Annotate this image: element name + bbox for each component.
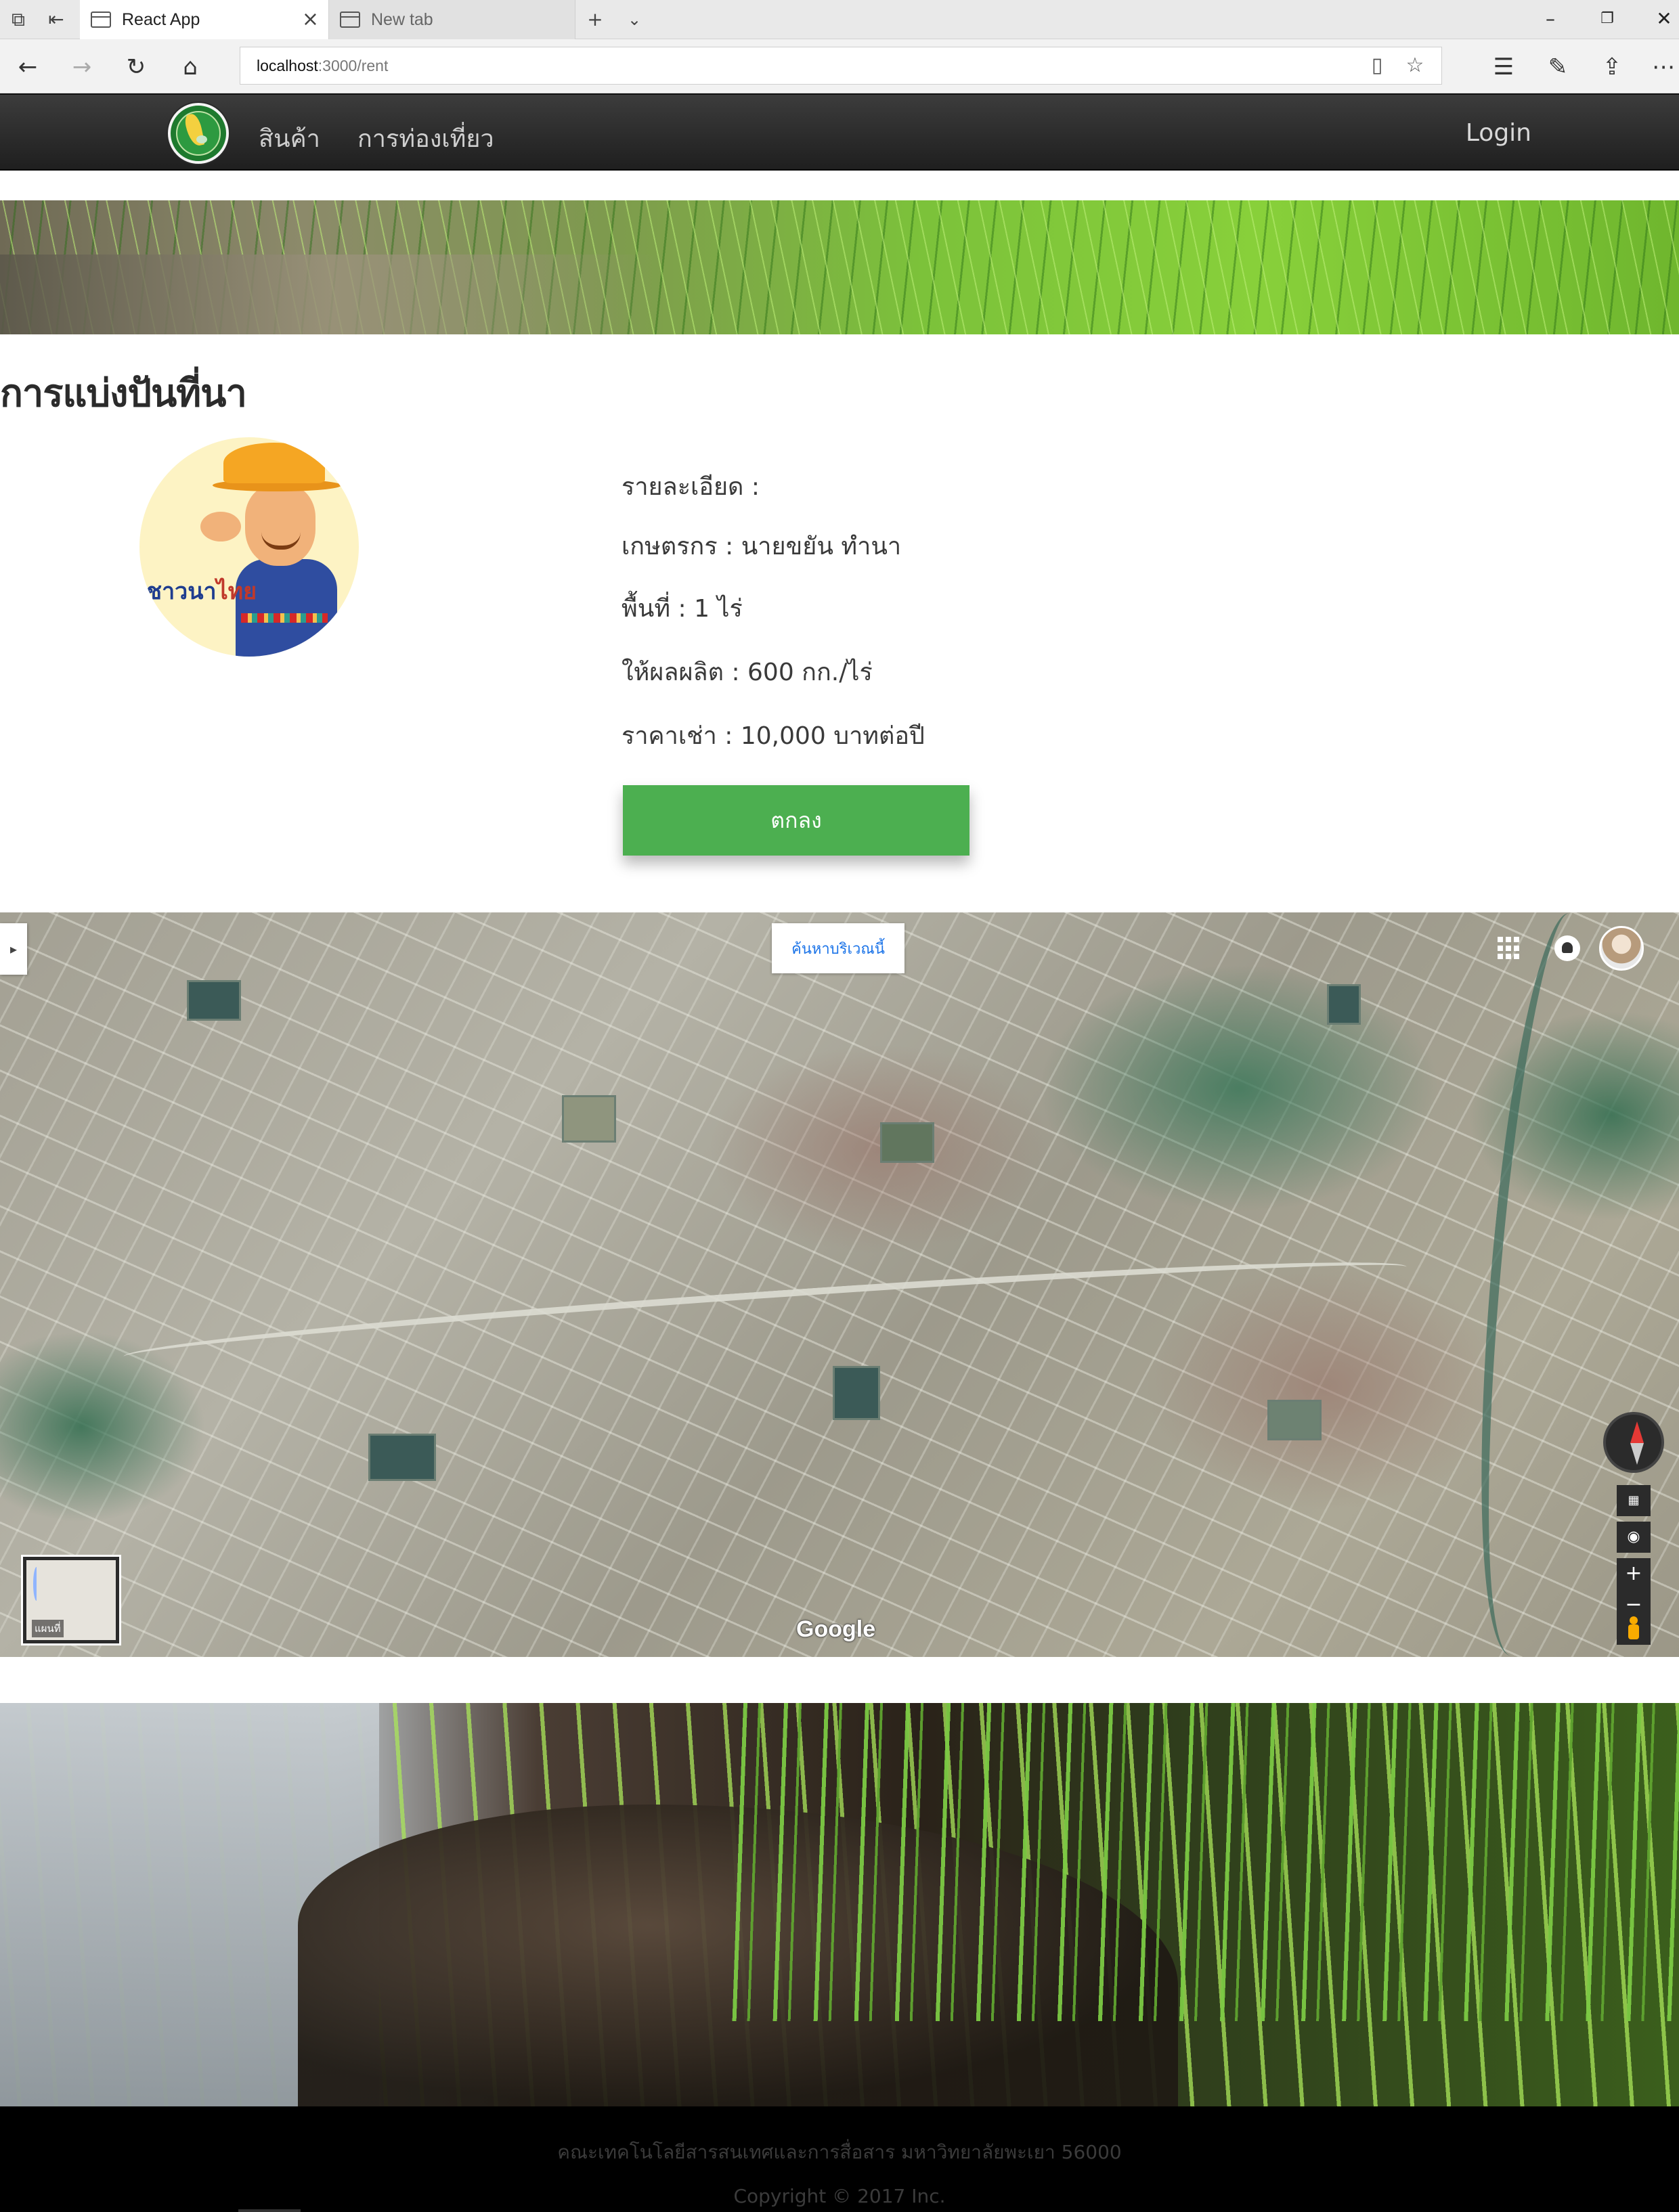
minimize-button[interactable]: – xyxy=(1537,5,1564,32)
map-river xyxy=(1450,912,1630,1657)
restore-button[interactable]: ❐ xyxy=(1594,5,1621,32)
share-icon[interactable]: ⇪ xyxy=(1598,53,1626,81)
notifications-icon[interactable] xyxy=(1554,935,1580,961)
address-bar[interactable]: localhost:3000/rent ▯ ☆ xyxy=(240,47,1442,85)
rice-seedling-banner xyxy=(0,1703,1679,2106)
map-pond xyxy=(1267,1400,1322,1440)
map-pond xyxy=(368,1434,436,1481)
tilt-icon[interactable]: ▦ xyxy=(1617,1485,1651,1516)
street-view-pegman-icon[interactable] xyxy=(1617,1611,1651,1645)
details-area: พื้นที่ : 1 ไร่ xyxy=(622,595,743,623)
leaf-icon xyxy=(196,135,207,143)
footer-divider xyxy=(238,2209,301,2212)
details-price: ราคาเช่า : 10,000 บาทต่อปี xyxy=(622,722,925,750)
search-this-area-button[interactable]: ค้นหาบริเวณนี้ xyxy=(772,923,904,973)
refresh-icon[interactable]: ↻ xyxy=(122,53,150,81)
nav-item-products[interactable]: สินค้า xyxy=(259,119,320,158)
satellite-map[interactable]: ▸ ค้นหาบริเวณนี้ ▦ ◉ + − แผนที่ Google xyxy=(0,912,1679,1657)
avatar-face xyxy=(245,485,315,566)
reading-view-icon[interactable]: ▯ xyxy=(1364,53,1390,79)
avatar-thumb xyxy=(200,512,241,541)
back-icon[interactable]: ← xyxy=(14,53,42,81)
map-pond xyxy=(562,1095,616,1143)
url-text: localhost:3000/rent xyxy=(257,57,389,74)
details-heading: รายละเอียด : xyxy=(622,473,760,501)
page-icon xyxy=(91,12,111,28)
map-pond xyxy=(187,980,241,1021)
details-farmer: เกษตรกร : นายขยัน ทำนา xyxy=(622,533,902,560)
page-title: การแบ่งปันที่นา xyxy=(0,372,247,416)
tab-title: New tab xyxy=(371,9,433,29)
tab-new-tab[interactable]: New tab xyxy=(329,0,575,39)
tab-title: React App xyxy=(122,9,200,29)
set-aside-tabs-icon[interactable]: ⇤ xyxy=(45,8,68,31)
google-attribution: Google xyxy=(796,1616,876,1642)
site-footer: คณะเทคโนโลยีสารสนเทศและการสื่อสาร มหาวิท… xyxy=(0,2106,1679,2212)
avatar-hat xyxy=(223,443,325,483)
banner-grass xyxy=(731,1703,1679,2021)
chevron-down-icon[interactable]: ⌄ xyxy=(623,8,646,31)
details-yield: ให้ผลผลิต : 600 กก./ไร่ xyxy=(622,659,873,686)
rice-field-banner xyxy=(0,200,1679,334)
home-icon[interactable]: ⌂ xyxy=(176,53,204,81)
close-tab-icon[interactable]: × xyxy=(302,8,319,31)
map-pond xyxy=(1327,984,1361,1025)
more-icon[interactable]: ⋯ xyxy=(1649,53,1678,81)
pen-icon[interactable]: ✎ xyxy=(1544,53,1572,81)
banner-water xyxy=(0,255,663,334)
site-logo[interactable] xyxy=(168,103,229,164)
new-tab-button[interactable]: + xyxy=(584,8,607,31)
close-window-button[interactable]: ✕ xyxy=(1651,5,1678,32)
footer-copyright: Copyright © 2017 Inc. xyxy=(733,2185,946,2207)
map-type-switcher[interactable]: แผนที่ xyxy=(23,1557,119,1643)
footer-address: คณะเทคโนโลยีสารสนเทศและการสื่อสาร มหาวิท… xyxy=(557,2141,1122,2163)
minimap-label: แผนที่ xyxy=(32,1620,64,1637)
compass-icon[interactable] xyxy=(1603,1412,1664,1473)
nav-item-tourism[interactable]: การท่องเที่ยว xyxy=(357,119,494,158)
app-navbar: สินค้า การท่องเที่ยว Login xyxy=(0,93,1679,171)
avatar-belt xyxy=(241,613,328,623)
tab-react-app[interactable]: React App × xyxy=(80,0,329,39)
login-link[interactable]: Login xyxy=(1466,119,1531,147)
map-road xyxy=(122,1246,1408,1377)
forward-icon[interactable]: → xyxy=(68,53,96,81)
page-icon xyxy=(340,12,360,28)
tab-actions-icon[interactable]: ⧉ xyxy=(7,8,30,31)
zoom-in-button[interactable]: + xyxy=(1617,1558,1651,1589)
avatar-brand-text: ชาวนาไทย xyxy=(146,578,257,605)
farmer-avatar: ชาวนาไทย xyxy=(139,437,359,657)
map-pond xyxy=(833,1366,880,1420)
browser-toolbar: ← → ↻ ⌂ localhost:3000/rent ▯ ☆ ☰ ✎ ⇪ ⋯ xyxy=(0,39,1679,93)
favorite-star-icon[interactable]: ☆ xyxy=(1402,53,1428,79)
account-avatar[interactable] xyxy=(1599,926,1644,971)
browser-tab-bar: ⧉ ⇤ React App × New tab + ⌄ – ❐ ✕ xyxy=(0,0,1679,39)
apps-grid-icon[interactable] xyxy=(1498,937,1521,960)
map-pond xyxy=(880,1122,934,1163)
confirm-button[interactable]: ตกลง xyxy=(623,785,969,856)
map-side-panel-toggle[interactable]: ▸ xyxy=(0,923,27,975)
my-location-icon[interactable]: ◉ xyxy=(1617,1522,1651,1553)
favorites-list-icon[interactable]: ☰ xyxy=(1489,53,1518,81)
minimap-road xyxy=(33,1567,40,1601)
